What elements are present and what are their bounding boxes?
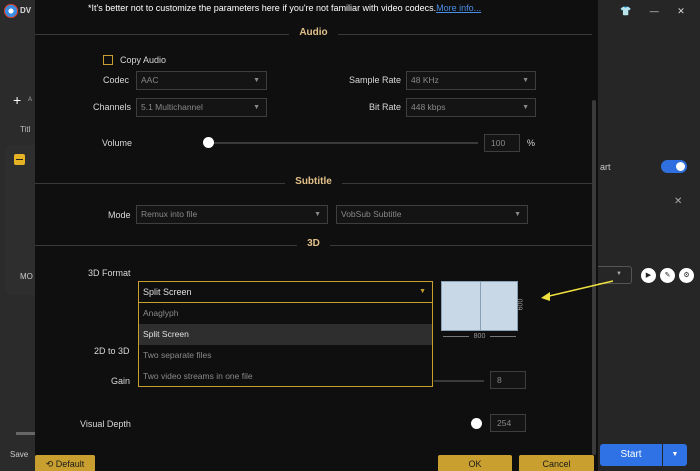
notice-text: *It's better not to customize the parame… — [88, 3, 437, 13]
chevron-down-icon: ▼ — [616, 271, 622, 277]
audio-section-title: Audio — [289, 27, 338, 38]
window-controls[interactable]: 👕 — ✕ — [620, 6, 693, 17]
subtitle-section-header: Subtitle — [35, 176, 592, 190]
subtitle-format-select[interactable]: VobSub Subtitle ▼ — [336, 205, 528, 224]
play-icon[interactable]: ▶ — [641, 268, 656, 283]
3d-option-two-separate-files[interactable]: Two separate files — [139, 345, 432, 366]
volume-unit: % — [527, 138, 536, 148]
preview-height-value: 600 — [517, 298, 525, 311]
art-label-partial: art — [600, 162, 611, 172]
visual-depth-slider-knob[interactable] — [471, 418, 482, 429]
channels-value: 5.1 Multichannel — [141, 102, 203, 112]
chevron-down-icon: ▼ — [314, 211, 321, 218]
volume-slider-knob[interactable] — [203, 137, 214, 148]
channels-select[interactable]: 5.1 Multichannel ▼ — [136, 98, 267, 117]
3d-preview-divider — [480, 282, 481, 330]
preview-height-dim: 600 — [517, 281, 531, 331]
3d-format-options: Anaglyph Split Screen Two separate files… — [138, 303, 433, 387]
channels-label: Channels — [93, 102, 132, 112]
3d-section-header: 3D — [35, 238, 592, 252]
progress-bar-partial — [16, 432, 36, 435]
more-info-link[interactable]: More info... — [436, 3, 481, 13]
mode-label: Mode — [108, 210, 131, 220]
audio-section-header: Audio — [35, 27, 592, 41]
bg-right-panel — [598, 0, 700, 471]
3d-option-split-screen[interactable]: Split Screen — [139, 324, 432, 345]
bit-rate-value: 448 kbps — [411, 102, 446, 112]
subtitle-mode-value: Remux into file — [141, 209, 198, 219]
sample-rate-label: Sample Rate — [349, 75, 402, 85]
collapse-icon[interactable] — [14, 154, 25, 165]
subtitle-format-value: VobSub Subtitle — [341, 209, 402, 219]
volume-label: Volume — [102, 138, 133, 148]
visual-depth-input[interactable]: 254 — [490, 414, 526, 432]
cancel-button[interactable]: Cancel — [519, 455, 594, 471]
default-button[interactable]: ⟲ Default — [35, 455, 95, 471]
start-button[interactable]: Start — [600, 444, 662, 466]
default-button-label: Default — [55, 459, 85, 469]
reset-icon: ⟲ — [45, 459, 56, 469]
chevron-down-icon: ▼ — [419, 288, 426, 295]
app-logo-icon — [4, 4, 18, 18]
chevron-down-icon: ▼ — [522, 77, 529, 84]
chevron-down-icon: ▼ — [522, 104, 529, 111]
gain-slider-track[interactable] — [434, 380, 484, 382]
chevron-down-icon: ▼ — [514, 211, 521, 218]
chevron-down-icon: ▼ — [253, 77, 260, 84]
sample-rate-select[interactable]: 48 KHz ▼ — [406, 71, 536, 90]
title-label-partial: Titl — [20, 125, 31, 134]
2d-to-3d-label: 2D to 3D — [94, 346, 130, 356]
codec-notice: *It's better not to customize the parame… — [88, 3, 481, 13]
bit-rate-select[interactable]: 448 kbps ▼ — [406, 98, 536, 117]
start-dropdown-icon[interactable]: ▼ — [663, 444, 687, 466]
copy-audio-label: Copy Audio — [120, 55, 167, 65]
gain-input[interactable]: 8 — [490, 371, 526, 389]
ok-button[interactable]: OK — [438, 455, 512, 471]
mo-label-partial: MO — [20, 272, 33, 281]
sample-rate-value: 48 KHz — [411, 75, 439, 85]
add-icon[interactable]: + — [13, 92, 21, 108]
bit-rate-label: Bit Rate — [369, 102, 402, 112]
app-logo-text: DV — [20, 6, 32, 15]
preview-width-value: 800 — [473, 333, 486, 340]
3d-preview — [441, 281, 518, 331]
subtitle-section-title: Subtitle — [285, 176, 342, 187]
edit-icon[interactable]: ✎ — [660, 268, 675, 283]
save-label-partial: Save — [10, 450, 29, 459]
close-icon[interactable]: ✕ — [674, 196, 682, 207]
copy-audio-checkbox[interactable] — [103, 55, 113, 65]
annotation-arrow — [541, 280, 614, 301]
settings-icon[interactable]: ⚙ — [679, 268, 694, 283]
3d-option-anaglyph[interactable]: Anaglyph — [139, 303, 432, 324]
codec-value: AAC — [141, 75, 159, 85]
codec-label: Codec — [103, 75, 130, 85]
toggle-switch[interactable] — [661, 160, 687, 173]
volume-slider-track[interactable] — [208, 142, 478, 144]
volume-input[interactable]: 100 — [484, 134, 520, 152]
codec-select[interactable]: AAC ▼ — [136, 71, 267, 90]
chevron-down-icon: ▼ — [253, 104, 260, 111]
3d-format-label: 3D Format — [88, 268, 131, 278]
gain-label: Gain — [111, 376, 131, 386]
preview-width-dim: 800 — [441, 333, 518, 341]
add-label-partial: A — [28, 97, 33, 103]
visual-depth-label: Visual Depth — [80, 419, 131, 429]
3d-format-value: Split Screen — [143, 287, 192, 297]
3d-option-two-streams[interactable]: Two video streams in one file — [139, 366, 432, 387]
3d-section-title: 3D — [297, 238, 330, 249]
3d-format-dropdown[interactable]: Split Screen ▼ — [138, 281, 433, 303]
subtitle-mode-select[interactable]: Remux into file ▼ — [136, 205, 328, 224]
